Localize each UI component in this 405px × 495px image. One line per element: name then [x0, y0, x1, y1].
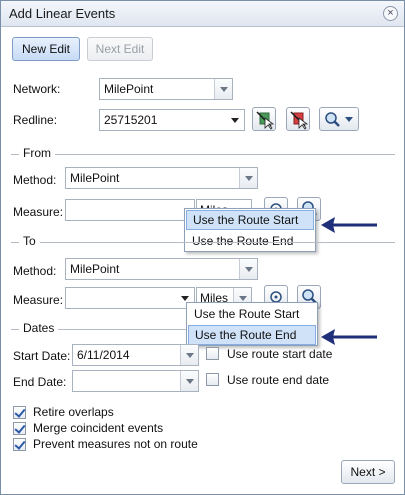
from-measure-popup-menu: Use the Route Start Use the Route End — [184, 208, 316, 252]
dates-header: Dates — [19, 321, 59, 335]
to-measure-label: Measure: — [13, 293, 64, 307]
from-measure-label: Measure: — [13, 205, 64, 219]
network-value: MilePoint — [104, 82, 154, 96]
use-route-start-date-checkbox[interactable] — [206, 347, 219, 360]
to-method-value: MilePoint — [70, 262, 120, 276]
title-bar: Add Linear Events × — [1, 1, 404, 27]
use-route-end-date-checkbox[interactable] — [206, 373, 219, 386]
menu-item-use-route-end[interactable]: Use the Route End — [188, 325, 316, 345]
chevron-down-icon[interactable] — [239, 168, 257, 188]
chevron-down-icon[interactable] — [239, 259, 257, 279]
add-linear-events-window: Add Linear Events × New Edit Next Edit N… — [0, 0, 405, 495]
to-method-label: Method: — [13, 264, 57, 278]
start-date-input[interactable]: 6/11/2014 — [72, 344, 199, 366]
network-label: Network: — [13, 82, 61, 96]
to-method-select[interactable]: MilePoint — [65, 258, 258, 280]
prevent-measures-label: Prevent measures not on route — [33, 437, 198, 451]
clear-route-button[interactable] — [286, 107, 310, 131]
route-clear-icon — [290, 111, 309, 130]
route-select-icon — [256, 111, 275, 130]
start-date-value: 6/11/2014 — [77, 348, 130, 362]
close-icon[interactable]: × — [383, 6, 398, 21]
network-select[interactable]: MilePoint — [99, 78, 233, 100]
annotation-arrow-icon — [321, 217, 377, 233]
from-method-label: Method: — [13, 173, 57, 187]
to-measure-popup-menu: Use the Route Start Use the Route End — [186, 302, 318, 346]
to-divider — [11, 242, 395, 243]
chevron-down-icon[interactable] — [180, 371, 198, 391]
to-measure-input[interactable] — [65, 287, 195, 309]
use-route-start-date-label: Use route start date — [227, 347, 333, 361]
new-edit-button[interactable]: New Edit — [12, 37, 80, 61]
redline-label: Redline: — [13, 113, 58, 127]
magnifier-icon — [325, 112, 353, 127]
end-date-input[interactable] — [72, 370, 199, 392]
retire-overlaps-label: Retire overlaps — [33, 405, 114, 419]
from-header: From — [19, 146, 55, 160]
chevron-down-icon[interactable] — [214, 79, 232, 99]
from-method-value: MilePoint — [70, 171, 120, 185]
menu-item-use-route-start[interactable]: Use the Route Start — [188, 304, 316, 324]
use-route-end-date-label: Use route end date — [227, 373, 330, 387]
annotation-arrow-icon — [321, 329, 377, 345]
zoom-menu-button[interactable] — [319, 107, 359, 131]
chevron-down-icon[interactable] — [180, 345, 198, 365]
from-measure-input[interactable] — [65, 199, 195, 221]
start-date-label: Start Date: — [13, 349, 71, 363]
menu-item-use-route-end[interactable]: Use the Route End — [186, 231, 314, 251]
redline-select[interactable]: 25715201 — [99, 109, 245, 131]
from-divider — [11, 154, 395, 155]
prevent-measures-checkbox[interactable] — [13, 438, 26, 451]
to-header: To — [19, 234, 40, 248]
menu-item-use-route-start[interactable]: Use the Route Start — [186, 210, 314, 230]
window-title: Add Linear Events — [9, 6, 116, 21]
next-edit-button[interactable]: Next Edit — [87, 37, 153, 61]
from-method-select[interactable]: MilePoint — [65, 167, 258, 189]
end-date-label: End Date: — [13, 375, 67, 389]
merge-coincident-checkbox[interactable] — [13, 422, 26, 435]
select-route-button[interactable] — [252, 107, 276, 131]
merge-coincident-label: Merge coincident events — [33, 421, 164, 435]
chevron-down-icon[interactable] — [226, 110, 244, 130]
retire-overlaps-checkbox[interactable] — [13, 406, 26, 419]
redline-value: 25715201 — [104, 113, 158, 127]
next-button[interactable]: Next > — [341, 460, 395, 484]
